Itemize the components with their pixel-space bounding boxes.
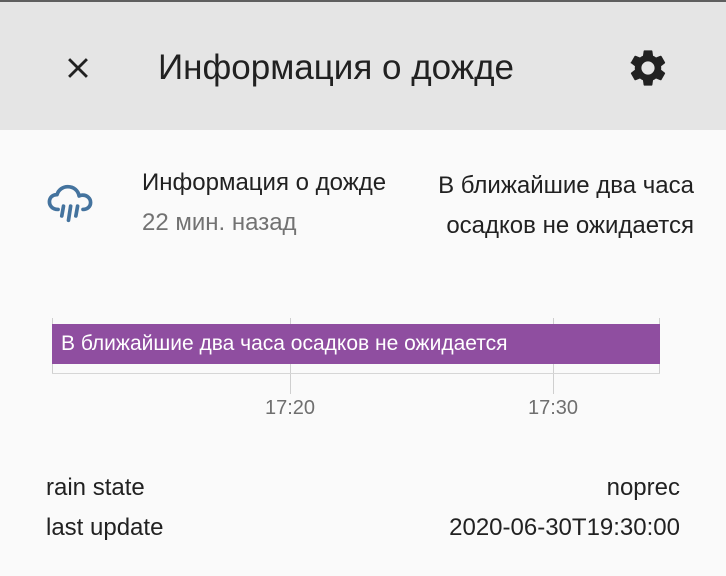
attribute-value: noprec xyxy=(606,474,680,501)
entity-state-value: В ближайшие два часа осадков не ожидаетс… xyxy=(438,172,694,239)
close-icon xyxy=(68,58,88,78)
entity-state-row: Информация о дожде 22 мин. назад В ближа… xyxy=(0,160,726,290)
history-timeline: В ближайшие два часа осадков не ожидаетс… xyxy=(0,318,726,428)
gear-icon xyxy=(630,50,666,86)
dialog-title: Информация о дожде xyxy=(158,48,514,87)
tick-label: 17:20 xyxy=(264,397,316,419)
last-changed-time: 22 мин. назад xyxy=(142,209,297,236)
entity-name[interactable]: Информация о дожде xyxy=(142,166,404,200)
timeline-state-bar[interactable]: В ближайшие два часа осадков не ожидаетс… xyxy=(52,324,660,364)
weather-pouring-icon xyxy=(47,184,93,223)
settings-button[interactable] xyxy=(620,40,676,96)
attributes-table: rain state noprec last update 2020-06-30… xyxy=(46,468,680,548)
close-button[interactable] xyxy=(50,40,106,96)
dialog-header: Информация о дожде xyxy=(0,2,726,130)
attribute-row: last update 2020-06-30T19:30:00 xyxy=(46,508,680,548)
attribute-name: last update xyxy=(46,514,164,541)
tick-label: 17:30 xyxy=(527,397,579,419)
attribute-value: 2020-06-30T19:30:00 xyxy=(449,514,680,541)
attribute-row: rain state noprec xyxy=(46,468,680,508)
timeline-axis xyxy=(52,373,660,374)
entity-icon xyxy=(44,178,96,230)
attribute-name: rain state xyxy=(46,474,145,501)
